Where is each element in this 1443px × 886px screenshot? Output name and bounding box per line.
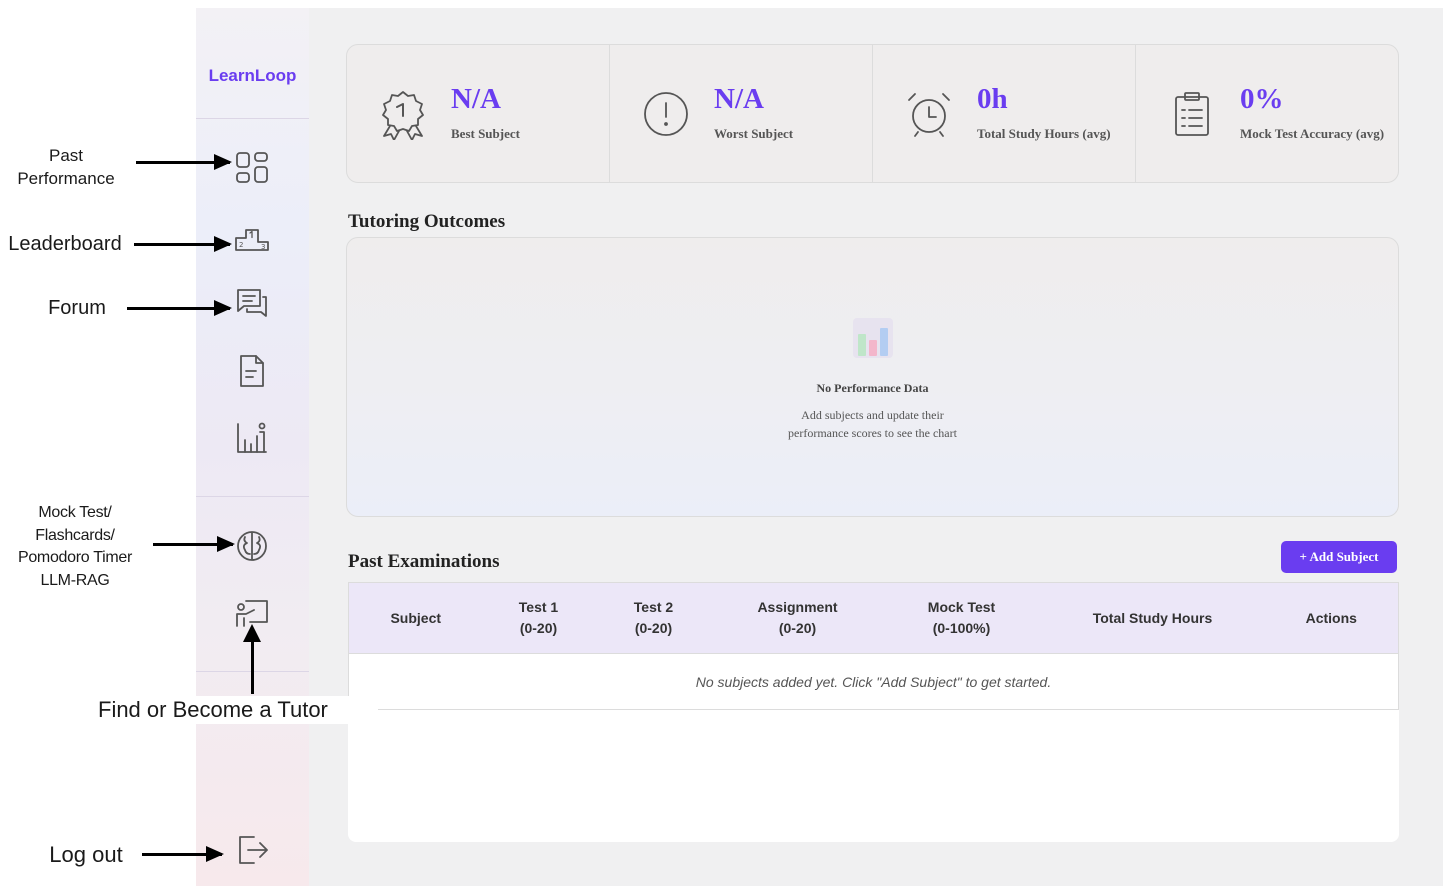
- alert-circle-icon: [644, 91, 688, 136]
- clipboard-icon: [1175, 91, 1209, 136]
- column-header-subject: Subject: [390, 609, 442, 626]
- tutoring-outcomes-title: Tutoring Outcomes: [348, 211, 506, 232]
- svg-text:2: 2: [239, 241, 243, 249]
- sidebar-item-analytics[interactable]: [232, 418, 272, 458]
- sidebar: LearnLoop 2 3: [196, 8, 309, 886]
- column-header-actions: Actions: [1305, 609, 1357, 626]
- past-examinations-title: Past Examinations: [348, 551, 500, 572]
- dashboard-grid-icon: [236, 152, 268, 183]
- worst-subject-label: Worst Subject: [714, 126, 794, 141]
- column-header-test-1: Test 1 (0-20): [518, 599, 559, 636]
- main-content: N/A Best Subject N/A Worst Subject 0h To…: [309, 8, 1443, 886]
- column-header-total-study-hours: Total Study Hours: [1092, 609, 1213, 626]
- brand-logo[interactable]: LearnLoop: [196, 66, 309, 86]
- mock-accuracy-label: Mock Test Accuracy (avg): [1240, 126, 1385, 141]
- column-header-mock-test: Mock Test (0-100%): [927, 599, 996, 636]
- annotation-past-performance: Past Performance: [17, 146, 115, 188]
- sidebar-item-documents[interactable]: [232, 351, 272, 391]
- annotation-arrow-up: [243, 624, 261, 694]
- annotation-arrow: [127, 300, 232, 316]
- sidebar-item-forum[interactable]: [232, 284, 272, 324]
- add-subject-button[interactable]: + Add Subject: [1281, 541, 1397, 573]
- mock-accuracy-value: 0%: [1240, 83, 1284, 115]
- annotation-forum: Forum: [48, 297, 106, 319]
- column-header-assignment: Assignment (0-20): [757, 599, 838, 636]
- table-empty-row: No subjects added yet. Click "Add Subjec…: [348, 653, 1399, 710]
- empty-state: No Performance Data Add subjects and upd…: [347, 316, 1398, 442]
- chart-person-icon: [237, 422, 267, 453]
- annotation-mock-test: Mock Test/ Flashcards/ Pomodoro Timer LL…: [17, 504, 133, 589]
- past-examinations-table: Subject Test 1 (0-20) Test 2 (0-20) Assign…: [348, 582, 1399, 842]
- award-icon: [382, 90, 424, 140]
- tutoring-outcomes-chart: No Performance Data Add subjects and upd…: [346, 237, 1399, 517]
- logout-icon: [239, 836, 268, 864]
- document-icon: [240, 355, 264, 387]
- stat-worst-subject: N/A Worst Subject: [609, 45, 872, 182]
- podium-icon: 2 3: [235, 229, 269, 251]
- annotation-leaderboard: Leaderboard: [8, 233, 122, 255]
- sidebar-item-past-performance[interactable]: [232, 148, 272, 188]
- worst-subject-value: N/A: [714, 83, 764, 115]
- empty-state-title: No Performance Data: [816, 381, 929, 395]
- column-header-test-2: Test 2 (0-20): [633, 599, 674, 636]
- brain-icon: [237, 531, 267, 561]
- svg-text:3: 3: [261, 243, 265, 251]
- study-hours-value: 0h: [977, 83, 1008, 115]
- stat-mock-accuracy: 0% Mock Test Accuracy (avg): [1135, 45, 1398, 182]
- annotation-arrow: [136, 154, 232, 170]
- stat-best-subject: N/A Best Subject: [347, 45, 609, 182]
- annotation-arrow: [134, 236, 232, 252]
- best-subject-value: N/A: [451, 83, 501, 115]
- stats-card: N/A Best Subject N/A Worst Subject 0h To…: [346, 44, 1399, 183]
- annotation-find-tutor: Find or Become a Tutor: [98, 696, 378, 724]
- screenshot-canvas: LearnLoop 2 3 N/A Best Subject N/A Worst…: [0, 0, 1443, 886]
- study-hours-label: Total Study Hours (avg): [977, 126, 1111, 141]
- table-header-row: Subject Test 1 (0-20) Test 2 (0-20) Assign…: [348, 582, 1399, 654]
- empty-state-description: Add subjects and update their performanc…: [788, 408, 957, 440]
- stat-study-hours: 0h Total Study Hours (avg): [872, 45, 1135, 182]
- sidebar-item-logout[interactable]: [232, 830, 272, 870]
- sidebar-item-leaderboard[interactable]: 2 3: [232, 218, 272, 258]
- table-empty-message: No subjects added yet. Click "Add Subjec…: [348, 653, 1399, 710]
- annotation-arrow: [142, 846, 224, 862]
- sidebar-divider: [196, 496, 309, 497]
- annotation-arrow: [153, 536, 235, 552]
- bar-chart-placeholder-icon: [852, 318, 893, 358]
- chat-bubbles-icon: [237, 289, 267, 317]
- best-subject-label: Best Subject: [451, 126, 520, 141]
- sidebar-divider: [196, 118, 309, 119]
- sidebar-item-study-tools[interactable]: [232, 526, 272, 566]
- alarm-clock-icon: [908, 92, 950, 137]
- annotation-log-out: Log out: [49, 842, 123, 867]
